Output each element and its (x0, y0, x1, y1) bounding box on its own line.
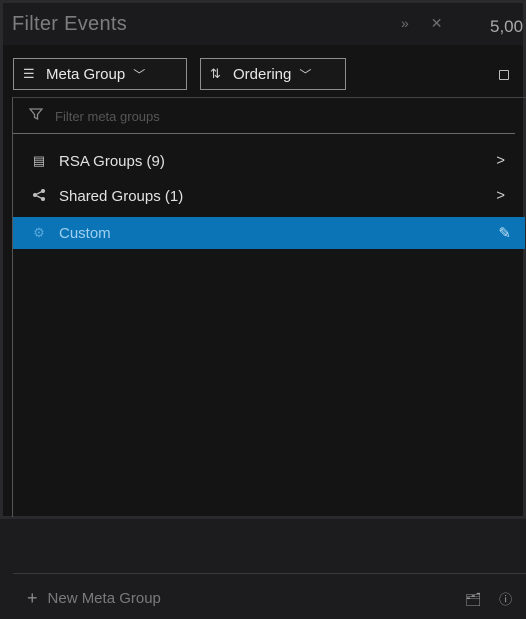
ordering-dropdown[interactable]: ⇅ Ordering ﹀ (200, 58, 346, 90)
panel-title: Filter Events (12, 13, 128, 35)
titlebar-controls: » ✕ (401, 15, 460, 32)
expand-icon[interactable]: » (401, 15, 409, 31)
list-item-custom[interactable]: ⚙ Custom ✎ (13, 217, 525, 249)
new-meta-group-label: New Meta Group (47, 590, 161, 607)
meta-group-label: Meta Group (46, 65, 126, 83)
chevron-right-icon: > (496, 152, 505, 169)
background-value-text: 5,00 (490, 17, 523, 36)
list-item-shared-groups[interactable]: Shared Groups (1) > (13, 180, 525, 212)
chevron-down-icon: ﹀ (299, 67, 312, 82)
share-icon (31, 188, 47, 205)
gear-icon: ⚙ (33, 225, 45, 240)
sort-icon: ⇅ (210, 66, 221, 81)
chevron-right-icon: > (496, 187, 505, 204)
filter-underline (13, 133, 515, 134)
ordering-label: Ordering (233, 65, 292, 83)
filter-events-panel: Filter Events » ✕ 5,00 ☰ Meta Group ﹀ ⇅ … (3, 3, 526, 608)
plus-icon: + (27, 588, 38, 608)
panel-titlebar: Filter Events » ✕ 5,00 (3, 3, 523, 45)
panel-toolbar: ☰ Meta Group ﹀ ⇅ Ordering ﹀ (3, 45, 523, 95)
layers-icon: ▤ (32, 153, 46, 168)
list-item-label: Shared Groups (1) (59, 187, 184, 205)
filter-bar (13, 98, 526, 134)
panel-footer: + New Meta Group 🗂 ⓘ (13, 573, 526, 619)
folder-settings-icon[interactable]: 🗂 (465, 592, 482, 607)
filter-meta-groups-input[interactable] (53, 105, 477, 127)
new-meta-group-button[interactable]: + New Meta Group (27, 588, 161, 609)
meta-group-dropdown[interactable]: ☰ Meta Group ﹀ (13, 58, 187, 90)
list-item-rsa-groups[interactable]: ▤ RSA Groups (9) > (13, 145, 525, 177)
list-item-label: Custom (59, 224, 111, 242)
edit-icon[interactable]: ✎ (498, 224, 511, 242)
list-icon: ☰ (23, 66, 35, 81)
window-toggle-icon[interactable] (499, 70, 509, 80)
chevron-down-icon: ﹀ (133, 67, 146, 82)
filter-icon (29, 108, 43, 121)
meta-group-list-pane: ▤ RSA Groups (9) > Shared Groups (1) > ⚙… (12, 97, 526, 608)
help-icon[interactable]: ⓘ (499, 592, 512, 607)
footer-icons: 🗂 ⓘ (465, 589, 526, 608)
list-item-label: RSA Groups (9) (59, 152, 165, 170)
close-icon[interactable]: ✕ (431, 15, 443, 31)
